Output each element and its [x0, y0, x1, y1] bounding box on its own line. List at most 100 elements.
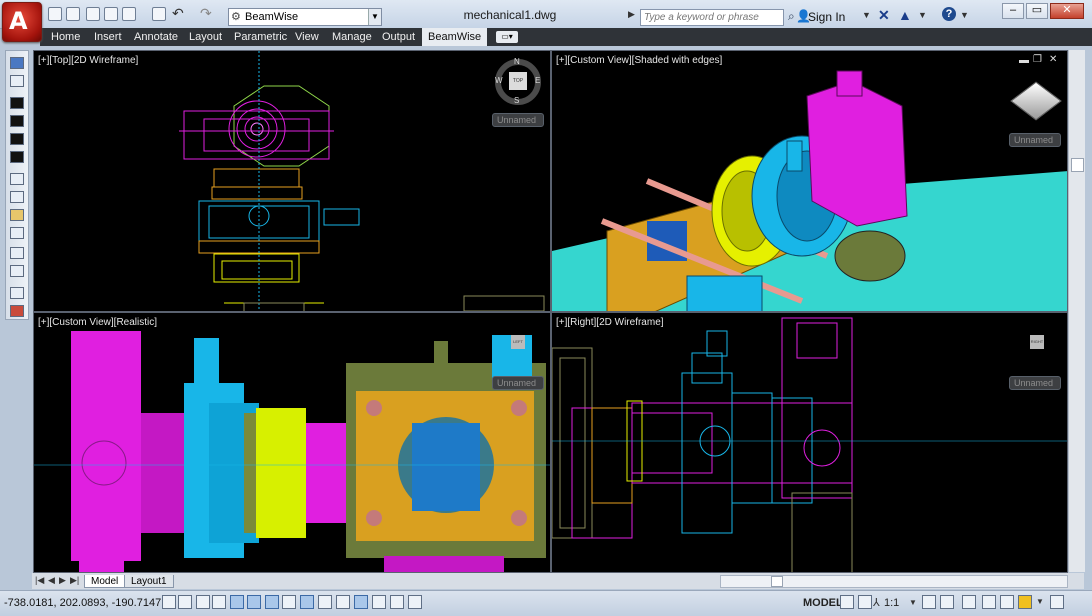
scrollbar-thumb[interactable] — [771, 576, 783, 587]
autodesk-360-icon[interactable]: ▲ — [898, 7, 912, 23]
plot-icon[interactable] — [152, 7, 166, 21]
minimize-button[interactable]: – — [1002, 3, 1024, 19]
viewport-shaded[interactable]: [+][Custom View][Shaded with edges] ▬ ❐ … — [551, 50, 1068, 312]
scrollbar-thumb[interactable] — [1071, 158, 1084, 172]
quick-view-layouts-icon[interactable] — [840, 595, 854, 609]
chevron-down-icon[interactable]: ▼ — [1036, 597, 1044, 606]
search-input[interactable]: Type a keyword or phrase — [640, 9, 784, 26]
open-folder-icon[interactable] — [66, 7, 80, 21]
annotation-scale-value[interactable]: 1:1 — [884, 597, 899, 609]
prev-tab-icon[interactable]: ◀ — [48, 575, 55, 586]
viewport-minimize-icon[interactable]: ▬ — [1019, 55, 1029, 66]
tab-view[interactable]: View — [295, 28, 319, 46]
object-snap-tracking-icon[interactable] — [282, 595, 296, 609]
lock-icon[interactable] — [982, 595, 996, 609]
zoom-icon[interactable] — [10, 265, 24, 277]
ortho-mode-icon[interactable] — [212, 595, 226, 609]
viewport-top-wireframe[interactable]: [+][Top][2D Wireframe] N E S W TOP Unnam… — [33, 50, 551, 312]
view-2-icon[interactable] — [10, 115, 24, 127]
ribbon-minimize-icon[interactable]: ▭▾ — [496, 31, 518, 43]
exchange-icon[interactable]: ✕ — [878, 7, 890, 24]
quick-properties-icon[interactable] — [372, 595, 386, 609]
view-3-icon[interactable] — [10, 133, 24, 145]
viewcube-face[interactable]: RIGHT — [1030, 335, 1044, 349]
dynamic-ucs-icon[interactable] — [300, 595, 314, 609]
viewport-label[interactable]: [+][Custom View][Shaded with edges] — [556, 55, 722, 66]
viewport-realistic[interactable]: [+][Custom View][Realistic] LEFT Unnamed — [33, 312, 551, 573]
view-name-dropdown[interactable]: Unnamed — [492, 376, 544, 390]
maximize-button[interactable]: ▭ — [1026, 3, 1048, 19]
tab-parametric[interactable]: Parametric — [234, 28, 287, 46]
viewcube-face[interactable]: LEFT — [511, 335, 525, 349]
chevron-down-icon[interactable]: ▼ — [909, 598, 917, 607]
selection-cycling-icon[interactable] — [390, 595, 404, 609]
properties-icon[interactable] — [10, 287, 24, 299]
3d-object-snap-icon[interactable] — [265, 595, 279, 609]
workspace-dropdown[interactable]: ⚙ BeamWise ▼ — [228, 8, 382, 26]
save-icon[interactable] — [86, 7, 100, 21]
clean-screen-icon[interactable] — [1050, 595, 1064, 609]
hardware-acceleration-icon[interactable] — [1000, 595, 1014, 609]
view-name-dropdown[interactable]: Unnamed — [1009, 376, 1061, 390]
chevron-down-icon[interactable]: ▼ — [918, 10, 927, 20]
undo-icon[interactable]: ↶ — [172, 5, 184, 22]
quick-view-drawings-icon[interactable] — [858, 595, 872, 609]
tab-layout[interactable]: Layout — [189, 28, 222, 46]
view-name-dropdown[interactable]: Unnamed — [1009, 133, 1061, 147]
grid-display-icon[interactable] — [196, 595, 210, 609]
view-1-icon[interactable] — [10, 97, 24, 109]
chevron-down-icon[interactable]: ▼ — [862, 10, 871, 20]
viewport-label[interactable]: [+][Custom View][Realistic] — [38, 317, 157, 328]
polar-tracking-icon[interactable] — [230, 595, 244, 609]
redo-icon[interactable]: ↷ — [200, 5, 212, 22]
viewport-close-icon[interactable]: ✕ — [1049, 54, 1057, 65]
sign-in-link[interactable]: Sign In — [808, 10, 845, 24]
viewport-right-wireframe[interactable]: [+][Right][2D Wireframe] RIGHT Unnamed — [551, 312, 1068, 573]
help-icon[interactable]: ? — [942, 7, 956, 21]
isolate-objects-icon[interactable] — [1018, 595, 1032, 609]
tab-layout1[interactable]: Layout1 — [124, 575, 174, 588]
tab-output[interactable]: Output — [382, 28, 415, 46]
next-tab-icon[interactable]: ▶ — [59, 575, 66, 586]
last-tab-icon[interactable]: ▶| — [70, 575, 79, 586]
tab-beamwise[interactable]: BeamWise — [422, 28, 488, 46]
viewport-label[interactable]: [+][Right][2D Wireframe] — [556, 317, 664, 328]
text-icon[interactable] — [10, 191, 24, 203]
window-icon[interactable] — [10, 75, 24, 87]
workspace-switching-icon[interactable] — [962, 595, 976, 609]
save-as-icon[interactable] — [104, 7, 118, 21]
binoculars-icon[interactable] — [10, 247, 24, 259]
viewport-restore-icon[interactable]: ❐ — [1033, 54, 1042, 65]
annotation-visibility-icon[interactable] — [922, 595, 936, 609]
snap-mode-icon[interactable] — [178, 595, 192, 609]
pan-icon[interactable] — [10, 227, 24, 239]
expand-arrow-icon[interactable]: ▶ — [628, 9, 635, 20]
vertical-scrollbar[interactable] — [1068, 50, 1085, 572]
object-snap-icon[interactable] — [247, 595, 261, 609]
calculator-icon[interactable] — [10, 57, 24, 69]
dynamic-input-icon[interactable] — [318, 595, 332, 609]
pencil-icon[interactable] — [10, 209, 24, 221]
viewport-label[interactable]: [+][Top][2D Wireframe] — [38, 55, 138, 66]
view-name-dropdown[interactable]: Unnamed — [492, 113, 544, 127]
erase-icon[interactable] — [10, 305, 24, 317]
binoculars-icon[interactable]: ⌕ — [788, 9, 795, 24]
model-space-label[interactable]: MODEL — [803, 597, 843, 609]
application-menu-button[interactable]: A — [2, 2, 42, 42]
horizontal-scrollbar[interactable] — [720, 575, 1068, 588]
first-tab-icon[interactable]: |◀ — [35, 575, 44, 586]
close-button[interactable]: ✕ — [1050, 3, 1084, 19]
lineweight-icon[interactable] — [336, 595, 350, 609]
infer-constraints-icon[interactable] — [162, 595, 176, 609]
transparency-icon[interactable] — [354, 595, 368, 609]
tab-annotate[interactable]: Annotate — [134, 28, 178, 46]
view-4-icon[interactable] — [10, 151, 24, 163]
new-file-icon[interactable] — [48, 7, 62, 21]
tab-manage[interactable]: Manage — [332, 28, 372, 46]
viewcube-face[interactable]: TOP — [509, 72, 527, 90]
annotation-monitor-icon[interactable] — [408, 595, 422, 609]
auto-scale-icon[interactable] — [940, 595, 954, 609]
chevron-down-icon[interactable]: ▼ — [960, 10, 969, 20]
angle-icon[interactable] — [10, 173, 24, 185]
tab-home[interactable]: Home — [51, 28, 80, 46]
